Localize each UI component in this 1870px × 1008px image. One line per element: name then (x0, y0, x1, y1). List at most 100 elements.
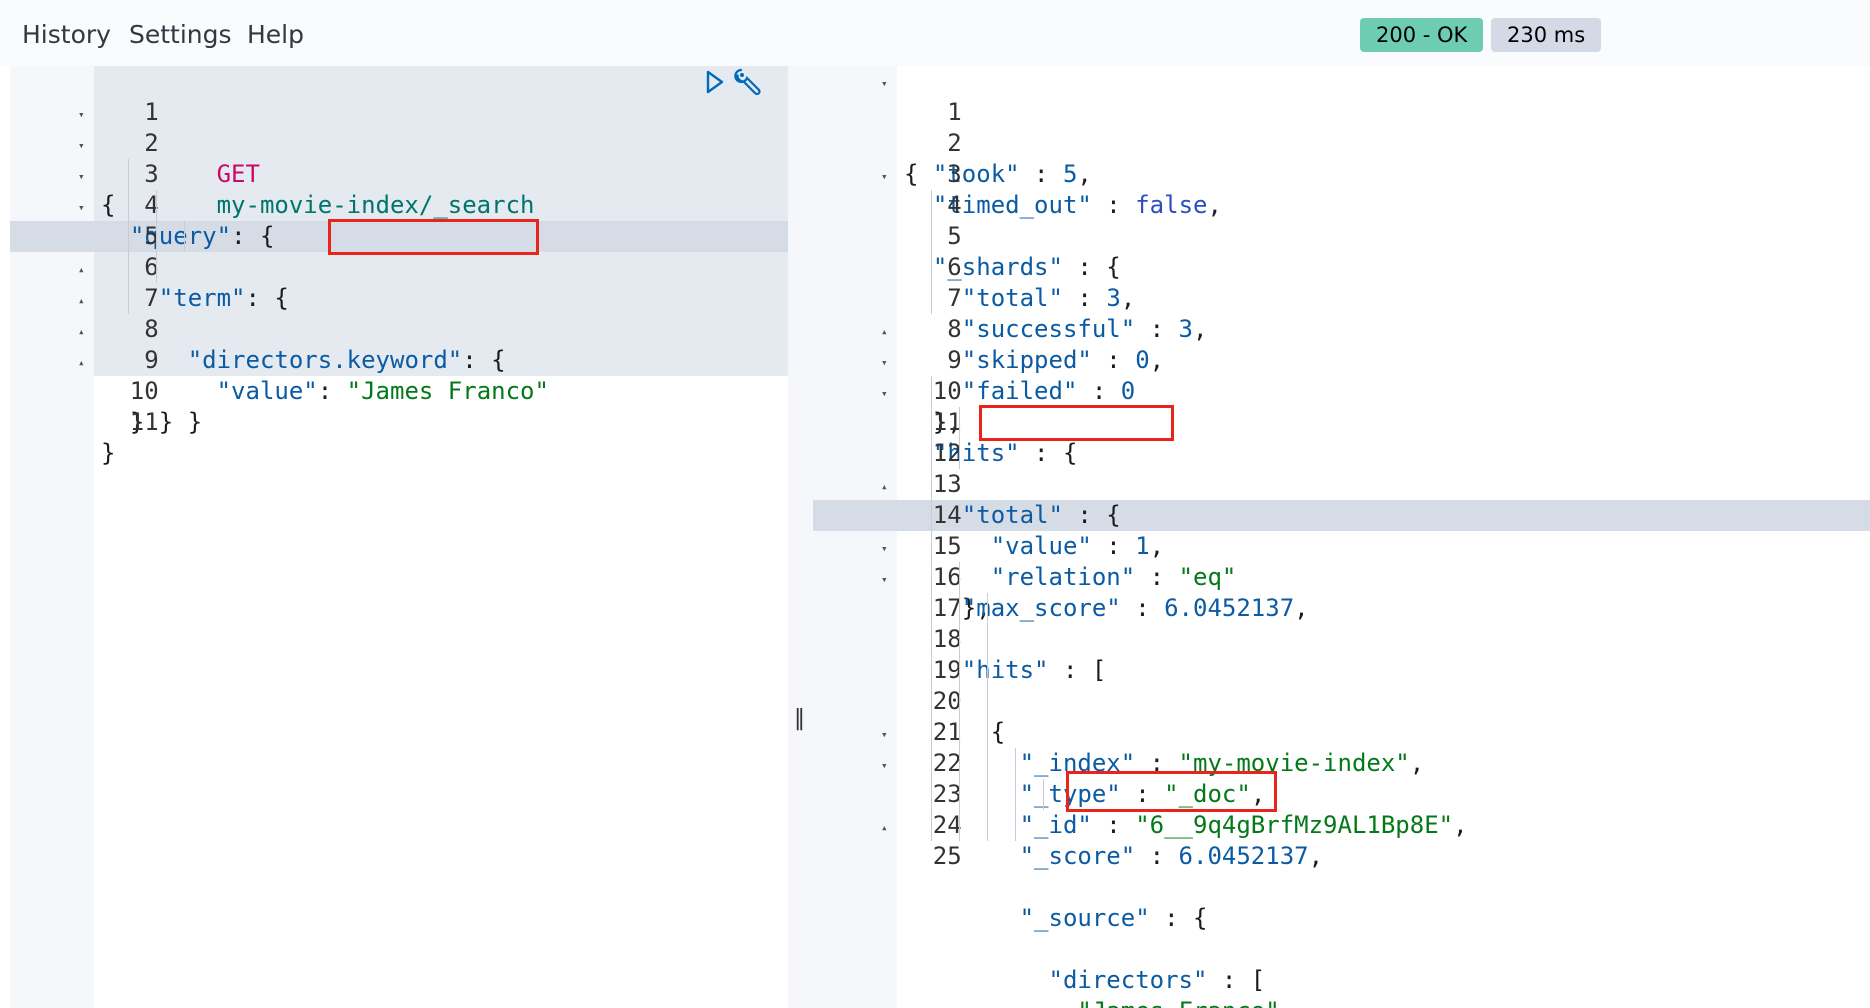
indent-guide (128, 252, 129, 283)
code-brace: } (187, 408, 203, 436)
indent-guide (959, 593, 960, 624)
wrench-icon[interactable] (733, 66, 765, 98)
indent-guide (128, 190, 129, 221)
code-line: 20 "_id" : "6__9q4gBrfMz9AL1Bp8E", (813, 655, 1468, 839)
code-line: 19 "_type" : "_doc", (813, 624, 1265, 808)
indent-guide (931, 748, 932, 779)
json-key: "successful" (961, 315, 1136, 343)
code-line: 18 "_index" : "my-movie-index", (813, 593, 1424, 777)
code-line: 24 "James Franco" (813, 779, 1280, 1008)
indent-guide (931, 500, 932, 531)
request-url: my-movie-index/_search (216, 191, 535, 219)
fold-arrow-icon[interactable]: ▾ (78, 161, 85, 192)
line-number: 2 (144, 129, 159, 157)
indent-guide (931, 407, 932, 438)
fold-arrow-icon[interactable]: ▾ (881, 68, 888, 99)
fold-arrow-icon[interactable]: ▾ (881, 564, 888, 595)
request-editor[interactable]: 1 GET my-movie-index/_search 2 ▾ { 3 ▾ "… (10, 66, 788, 1008)
fold-arrow-icon[interactable]: ▾ (78, 99, 85, 130)
json-punc: : { (462, 346, 506, 374)
json-string-value: "James Franco" (346, 377, 549, 405)
response-viewer[interactable]: 1 ▾ { 2 "took" : 5, 3 "timed_out" : fals… (813, 66, 1870, 1008)
json-key: "term" (158, 284, 246, 312)
code-line: 8 "failed" : 0 (813, 283, 1135, 405)
fold-arrow-icon[interactable]: ▴ (881, 812, 888, 843)
indent-guide (128, 159, 129, 190)
indent-guide (931, 655, 932, 686)
indent-guide (931, 717, 932, 748)
line-number: 25 (932, 842, 962, 870)
fold-arrow-icon[interactable]: ▾ (78, 192, 85, 223)
indent-guide (959, 810, 960, 841)
code-line: 2 ▾ { (10, 97, 159, 219)
json-punc: : (317, 377, 347, 405)
json-punc: : { (231, 222, 275, 250)
json-key: "_source" (1019, 904, 1150, 932)
indent-guide (987, 593, 988, 624)
indent-guide (931, 469, 932, 500)
highlight-box-hits-total-value (979, 405, 1174, 441)
indent-guide (184, 221, 185, 252)
code-line: 13 "relation" : "eq" (813, 438, 1236, 591)
fold-arrow-icon[interactable]: ▾ (78, 130, 85, 161)
indent-guide (959, 748, 960, 779)
code-brace: } (101, 439, 116, 467)
fold-arrow-icon[interactable]: ▾ (881, 347, 888, 378)
indent-guide (156, 252, 157, 283)
code-line: 5 ▾ "directors.keyword": { (10, 190, 506, 374)
fold-arrow-icon[interactable]: ▴ (78, 285, 85, 316)
indent-guide (959, 655, 960, 686)
json-number-value: 1 (1135, 532, 1150, 560)
fold-arrow-icon[interactable]: ▾ (881, 161, 888, 192)
indent-guide (128, 283, 129, 314)
fold-arrow-icon[interactable]: ▾ (881, 750, 888, 781)
fold-arrow-icon[interactable]: ▴ (78, 254, 85, 285)
play-icon[interactable] (704, 69, 726, 95)
indent-guide (931, 438, 932, 469)
code-line: 9 ▴ } (10, 314, 159, 436)
json-key: "directors.keyword" (187, 346, 463, 374)
indent-guide (959, 686, 960, 717)
indent-guide (959, 562, 960, 593)
fold-arrow-icon[interactable]: ▴ (881, 471, 888, 502)
indent-guide (931, 624, 932, 655)
response-time-badge: 230 ms (1491, 18, 1602, 52)
highlight-box-response-director (1066, 771, 1277, 812)
code-line: 21 "_score" : 6.0452137, (813, 686, 1323, 870)
indent-guide (931, 810, 932, 841)
json-number-value: 0 (1135, 346, 1150, 374)
fold-arrow-icon[interactable]: ▾ (881, 719, 888, 750)
menu-settings[interactable]: Settings (129, 20, 232, 49)
fold-arrow-icon[interactable]: ▾ (881, 533, 888, 564)
pane-divider[interactable] (788, 66, 813, 1008)
line-number: 3 (947, 160, 962, 188)
line-number: 9 (144, 346, 159, 374)
fold-arrow-icon[interactable]: ▴ (78, 347, 85, 378)
json-key: "skipped" (961, 346, 1092, 374)
json-key: "value" (990, 532, 1092, 560)
fold-arrow-icon[interactable]: ▾ (881, 378, 888, 409)
indent-guide (931, 376, 932, 407)
line-number: 9 (947, 346, 962, 374)
json-string-value: "6__9q4gBrfMz9AL1Bp8E" (1135, 811, 1454, 839)
indent-guide (128, 221, 129, 252)
fold-arrow-icon[interactable]: ▴ (78, 316, 85, 347)
fold-arrow-icon[interactable]: ▴ (881, 316, 888, 347)
line-number: 1 (144, 98, 159, 126)
indent-guide (156, 221, 157, 252)
indent-guide (987, 810, 988, 841)
menu-help[interactable]: Help (247, 20, 304, 49)
code-line: 9 ▴ }, (813, 314, 962, 436)
json-key: "_id" (1019, 811, 1092, 839)
json-number-value: 3 (1178, 315, 1193, 343)
indent-guide (987, 686, 988, 717)
line-number: 11 (129, 408, 159, 436)
json-boolean-value: false (1135, 191, 1208, 219)
json-key: "max_score" (961, 594, 1121, 622)
code-line: 3 "timed_out" : false, (813, 128, 1222, 219)
indent-guide (959, 407, 960, 438)
resize-handle-icon[interactable]: ‖ (794, 706, 805, 731)
indent-guide (987, 655, 988, 686)
json-key: "_score" (1019, 842, 1136, 870)
menu-history[interactable]: History (22, 20, 111, 49)
